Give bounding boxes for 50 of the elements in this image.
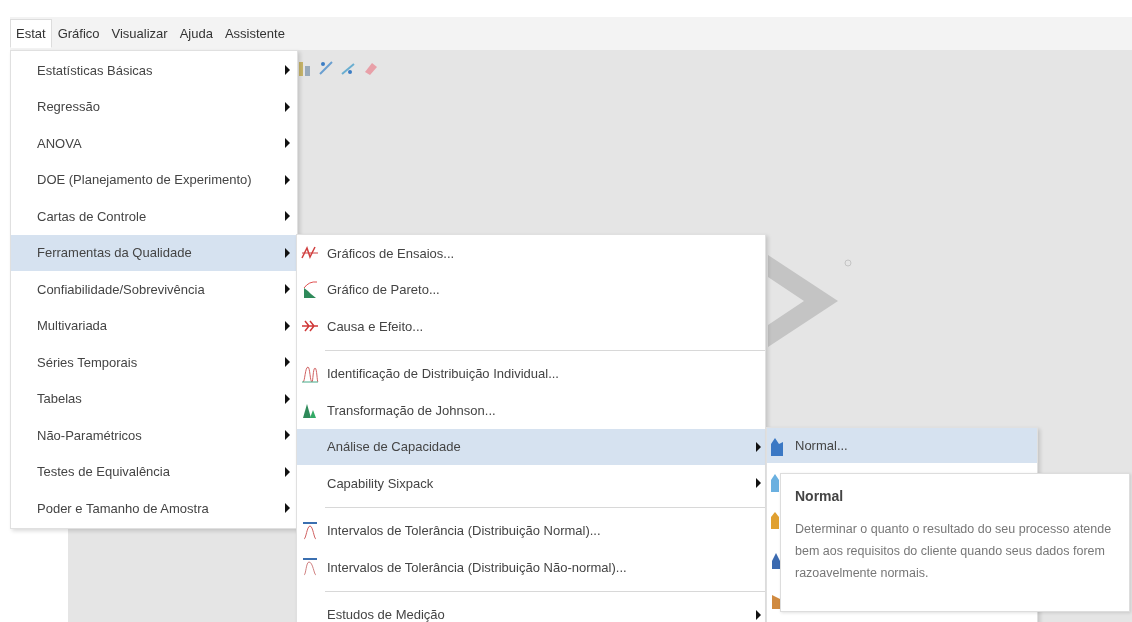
menu-item[interactable]: Análise de Capacidade	[297, 428, 765, 465]
menu-item[interactable]: Intervalos de Tolerância (Distribuição Não-normal)...	[297, 549, 765, 586]
menu-item[interactable]: Multivariada	[11, 307, 297, 344]
submenu-arrow-icon	[285, 393, 290, 404]
menu-item[interactable]: Testes de Equivalência	[11, 453, 297, 490]
tolerance-icon	[301, 520, 319, 541]
menu-item[interactable]: Ferramentas da Qualidade	[11, 234, 297, 271]
submenu-arrow-icon	[756, 478, 761, 489]
menu-item[interactable]: Estat	[10, 18, 52, 49]
menu-item[interactable]: Gráfico	[51, 18, 106, 49]
submenu-arrow-icon	[756, 441, 761, 452]
menu-item[interactable]: Regressão	[11, 88, 297, 125]
menu-item[interactable]: ANOVA	[11, 125, 297, 162]
menu-item[interactable]: Assistente	[218, 18, 291, 49]
menu-item[interactable]: Normal...	[767, 428, 1037, 463]
submenu-arrow-icon	[285, 284, 290, 295]
tooltip-title: Normal	[795, 487, 845, 506]
menu-item[interactable]: Estudos de Medição	[297, 596, 765, 622]
pareto-chart-icon	[301, 279, 319, 300]
tooltip-text: Determinar o quanto o resultado do seu processo atende bem aos requisitos do cliente quando seus dados forem razoavelmente normais.	[795, 521, 1113, 582]
tolerance-icon	[301, 557, 319, 578]
submenu-arrow-icon	[285, 247, 290, 258]
submenu-arrow-icon	[285, 320, 290, 331]
menu-item[interactable]: Intervalos de Tolerância (Distribuição Normal)...	[297, 512, 765, 549]
submenu-arrow-icon	[285, 101, 290, 112]
menu-item[interactable]: Séries Temporais	[11, 344, 297, 381]
submenu-arrow-icon	[285, 357, 290, 368]
menu-item[interactable]: Tabelas	[11, 380, 297, 417]
menu-item[interactable]: Transformação de Johnson...	[297, 392, 765, 429]
submenu-arrow-icon	[285, 138, 290, 149]
menu-item[interactable]: Não-Paramétricos	[11, 417, 297, 454]
submenu-arrow-icon	[285, 65, 290, 76]
menu-item[interactable]: Confiabilidade/Sobrevivência	[11, 271, 297, 308]
submenu-arrow-icon	[285, 174, 290, 185]
menu-item[interactable]: Identificação de Distribuição Individual...	[297, 355, 765, 392]
menu-item[interactable]: DOE (Planejamento de Experimento)	[11, 161, 297, 198]
menu-item[interactable]: Poder e Tamanho de Amostra	[11, 490, 297, 527]
menu-item[interactable]: Causa e Efeito...	[297, 308, 765, 345]
submenu-arrow-icon	[285, 503, 290, 514]
menu-item[interactable]: Gráfico de Pareto...	[297, 271, 765, 308]
submenu-arrow-icon	[756, 609, 761, 620]
menu-item[interactable]: Gráficos de Ensaios...	[297, 235, 765, 272]
menu-item[interactable]: Cartas de Controle	[11, 198, 297, 235]
menu-item[interactable]: Ajuda	[173, 18, 219, 49]
submenu-arrow-icon	[285, 211, 290, 222]
menu-item[interactable]: Estatísticas Básicas	[11, 52, 297, 89]
submenu-arrow-icon	[285, 466, 290, 477]
submenu-arrow-icon	[285, 430, 290, 441]
menu-item[interactable]: Visualizar	[105, 18, 174, 49]
menu-item[interactable]: Capability Sixpack	[297, 465, 765, 502]
